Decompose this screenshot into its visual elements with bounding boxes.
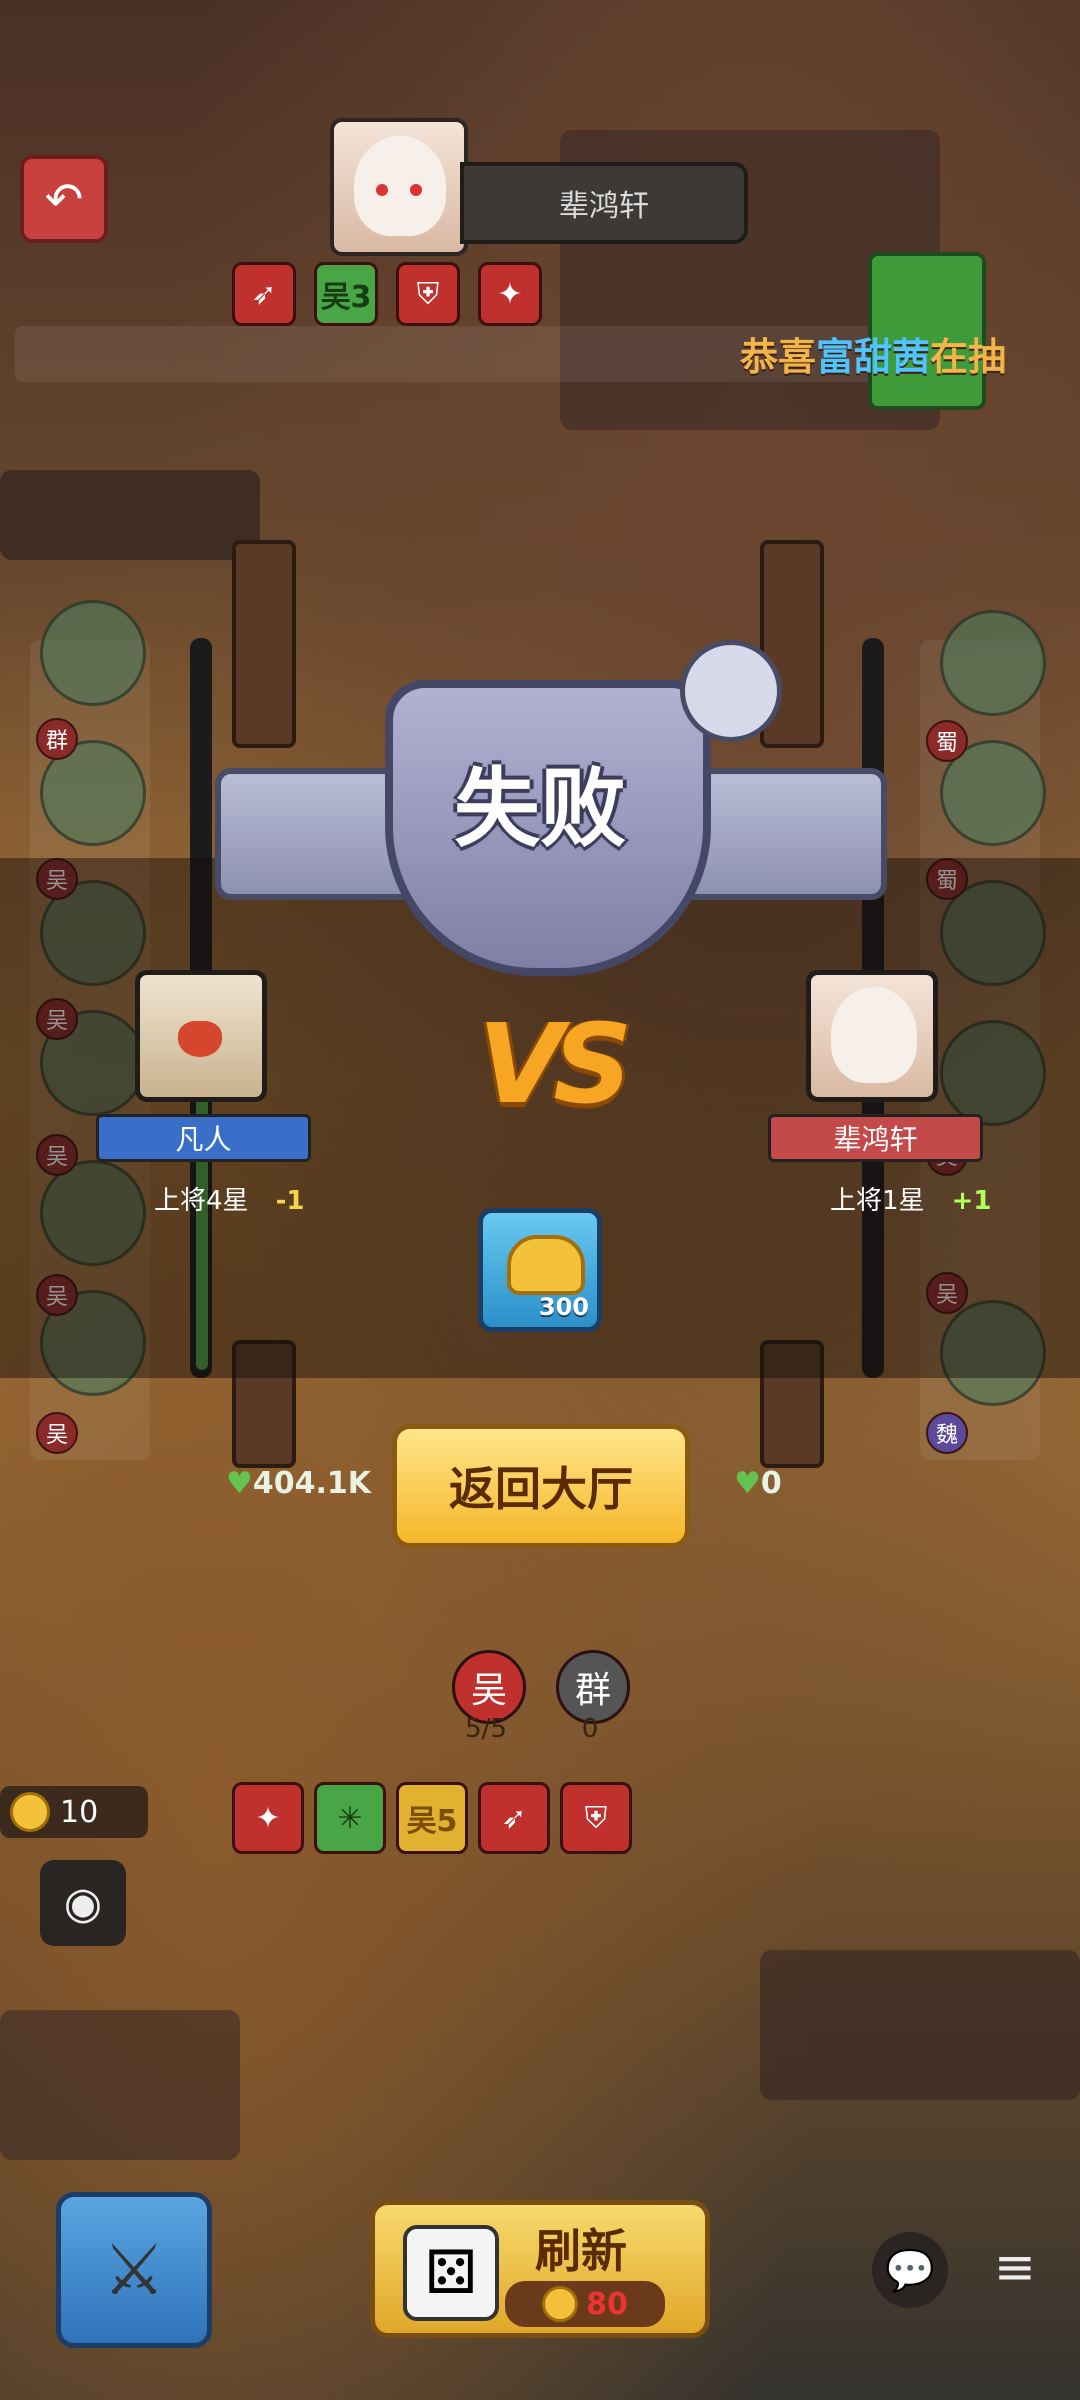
right-hp: ♥0 (734, 1466, 782, 1501)
faction-wu-indicator[interactable]: 吴 (452, 1650, 526, 1724)
refresh-button[interactable]: ⚄ 刷新 80 (370, 2200, 710, 2338)
wing-icon[interactable]: ➶ (478, 1782, 550, 1854)
coin-icon (10, 1792, 50, 1832)
left-hp: ♥404.1K (226, 1466, 371, 1501)
opponent-rank-label: 上将1星 (830, 1186, 925, 1216)
opponent-name-plate: 辈鸿轩 (768, 1114, 983, 1162)
faction-wu-count: 5/5 (465, 1714, 507, 1744)
faction-badge: 魏 (926, 1412, 968, 1454)
marquee-player: 富甜茜 (816, 335, 931, 379)
lottery-marquee: 恭喜富甜茜在抽 (740, 326, 1006, 381)
ghost-icon (680, 640, 782, 742)
coin-counter: 10 (0, 1786, 148, 1838)
return-lobby-button[interactable]: 返回大厅 (392, 1424, 690, 1548)
view-toggle-button[interactable]: ◉ (40, 1860, 126, 1946)
rock (0, 470, 260, 560)
faction-badge: 吴 (36, 1412, 78, 1454)
marquee-prefix: 恭喜 (740, 335, 817, 379)
refresh-cost-value: 80 (586, 2286, 628, 2322)
shield-icon[interactable]: ⛨ (396, 262, 460, 326)
heart-icon: ♥ (226, 1466, 253, 1501)
left-hp-value: 404.1K (252, 1466, 372, 1501)
faction-badge: 蜀 (926, 720, 968, 762)
player-avatar[interactable] (135, 970, 267, 1102)
chat-button[interactable]: 💬 (872, 2232, 948, 2308)
player-buff-row: ✦ ✳ 吴5 ➶ ⛨ (232, 1782, 632, 1856)
dragon-icon[interactable]: ✦ (232, 1782, 304, 1854)
opponent-result-avatar[interactable] (806, 970, 938, 1102)
rock (760, 1950, 1080, 2100)
faction-wu-buff[interactable]: 吴5 (396, 1782, 468, 1854)
wing-icon[interactable]: ➶ (232, 262, 296, 326)
vs-emblem: VS (478, 1000, 632, 1128)
faction-qun-indicator[interactable]: 群 (556, 1650, 630, 1724)
opponent-rank-delta: +1 (951, 1186, 992, 1216)
shield-icon[interactable]: ⛨ (560, 1782, 632, 1854)
unit[interactable] (940, 610, 1046, 716)
player-name-plate: 凡人 (96, 1114, 311, 1162)
menu-button[interactable]: ≡ (980, 2232, 1050, 2302)
coin-icon (542, 2286, 579, 2322)
sword-icon: ⚔ (102, 2229, 166, 2311)
opponent-avatar[interactable] (330, 118, 468, 256)
opponent-buff-row: ➶ 吴3 ⛨ ✦ (232, 262, 542, 326)
player-rank: 上将4星 -1 (154, 1180, 305, 1217)
reward-gold-ingot[interactable]: 300 (478, 1208, 602, 1332)
eye-icon: ◉ (63, 1877, 103, 1929)
opponent-name: 辈鸿轩 (460, 162, 748, 244)
faction-qun-count: 0 (581, 1714, 599, 1744)
gold-ingot-icon (507, 1235, 585, 1295)
player-rank-label: 上将4星 (154, 1186, 249, 1216)
weapon-button[interactable]: ⚔ (56, 2192, 212, 2348)
back-button[interactable]: ↶ (20, 155, 108, 243)
dice-icon: ⚄ (403, 2225, 499, 2321)
faction-badge: 群 (36, 718, 78, 760)
reward-amount: 300 (538, 1293, 589, 1321)
faction-wu-buff[interactable]: 吴3 (314, 262, 378, 326)
right-hp-value: 0 (760, 1466, 782, 1501)
coin-amount: 10 (60, 1794, 99, 1830)
menu-icon: ≡ (994, 2238, 1036, 2296)
dragon-icon[interactable]: ✦ (478, 262, 542, 326)
opponent-rank: 上将1星 +1 (830, 1180, 992, 1217)
marquee-suffix: 在抽 (930, 335, 1007, 379)
burst-icon[interactable]: ✳ (314, 1782, 386, 1854)
chat-icon: 💬 (885, 2247, 935, 2294)
rock (0, 2010, 240, 2160)
refresh-label: 刷新 (535, 2224, 627, 2278)
fence-post (232, 540, 296, 748)
heart-icon: ♥ (734, 1466, 761, 1501)
defeat-title: 失败 (454, 759, 626, 859)
back-arrow-icon: ↶ (44, 172, 84, 226)
unit[interactable] (40, 600, 146, 706)
refresh-cost: 80 (505, 2281, 665, 2327)
player-rank-delta: -1 (275, 1186, 305, 1216)
